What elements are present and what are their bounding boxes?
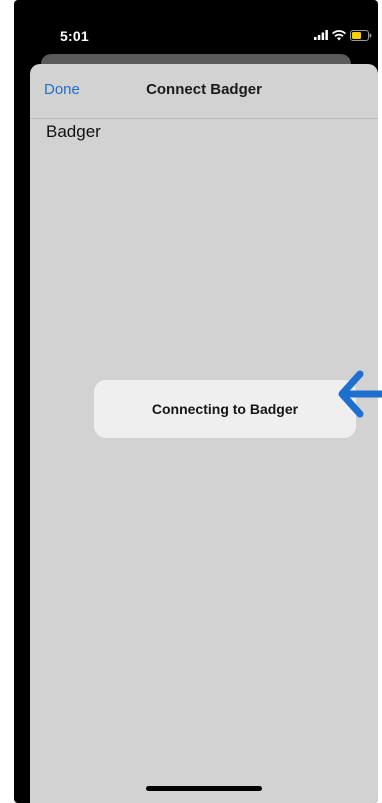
wifi-icon [332,29,346,40]
list-item-badger[interactable]: Badger [46,122,101,142]
connecting-toast: Connecting to Badger [94,380,356,438]
status-bar: 5:01 [14,0,378,58]
battery-icon [350,29,372,41]
status-icons [314,28,372,42]
navigation-bar: Done Connect Badger [30,64,378,119]
connect-sheet: Done Connect Badger Badger Connecting to… [30,64,378,803]
toast-message: Connecting to Badger [151,401,299,417]
phone-screen: 5:01 Done Connect Badger Badger Connecti… [14,0,378,803]
status-time: 5:01 [60,28,89,44]
page-title: Connect Badger [146,81,262,98]
home-indicator[interactable] [146,786,262,791]
cellular-signal-icon [314,30,328,40]
annotation-arrow-icon [338,370,382,418]
